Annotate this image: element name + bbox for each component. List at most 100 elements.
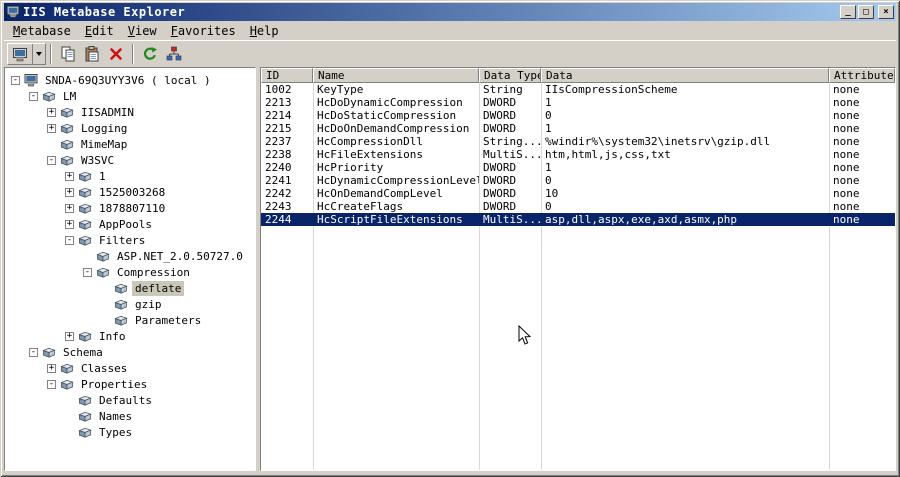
- cell-data: 0: [545, 109, 552, 122]
- tree-item-gzip[interactable]: gzip: [5, 296, 255, 312]
- tree-item-label[interactable]: AppPools: [96, 217, 155, 232]
- expand-minus-icon[interactable]: [29, 347, 38, 357]
- cell-data: %windir%\system32\inetsrv\gzip.dll: [545, 135, 771, 148]
- tree-item-label[interactable]: ASP.NET_2.0.50727.0: [114, 249, 246, 264]
- tree-item-label[interactable]: Properties: [78, 377, 150, 392]
- expand-minus-icon[interactable]: [65, 235, 74, 245]
- table-row-selected[interactable]: 2244 HcScriptFileExtensions MultiS... as…: [261, 213, 895, 226]
- expand-plus-icon[interactable]: [65, 219, 74, 229]
- tree-item-label[interactable]: MimeMap: [78, 137, 130, 152]
- tree-item-label[interactable]: Schema: [60, 345, 106, 360]
- tree-item-label[interactable]: W3SVC: [78, 153, 117, 168]
- tree-item-label[interactable]: Names: [96, 409, 135, 424]
- column-header-name[interactable]: Name: [313, 68, 479, 83]
- expand-plus-icon[interactable]: [47, 363, 56, 373]
- column-header-id[interactable]: ID: [261, 68, 313, 83]
- expand-plus-icon[interactable]: [65, 331, 74, 341]
- menu-edit[interactable]: Edit: [78, 22, 121, 40]
- column-header-data[interactable]: Data: [541, 68, 829, 83]
- tree-item-apppools[interactable]: AppPools: [5, 216, 255, 232]
- tree-item-iisadmin[interactable]: IISADMIN: [5, 104, 255, 120]
- expand-plus-icon[interactable]: [47, 107, 56, 117]
- connect-button[interactable]: [8, 44, 32, 66]
- tree-item-defaults[interactable]: Defaults: [5, 392, 255, 408]
- tree-item-schema[interactable]: Schema: [5, 344, 255, 360]
- copy-button[interactable]: [56, 43, 80, 65]
- menu-help[interactable]: Help: [243, 22, 286, 40]
- tree-item-label[interactable]: Types: [96, 425, 135, 440]
- tree-item-label[interactable]: Info: [96, 329, 129, 344]
- tree-item-label[interactable]: 1878807110: [96, 201, 168, 216]
- tree-item-label[interactable]: Defaults: [96, 393, 155, 408]
- title-bar[interactable]: IIS Metabase Explorer _ □ ×: [4, 3, 896, 21]
- tree-item-label[interactable]: SNDA-69Q3UYY3V6 ( local ): [42, 73, 214, 88]
- tree-item-deflate[interactable]: deflate: [5, 280, 255, 296]
- tree-item-label[interactable]: Classes: [78, 361, 130, 376]
- tree-item-filters[interactable]: Filters: [5, 232, 255, 248]
- expand-minus-icon[interactable]: [29, 91, 38, 101]
- inheritance-button[interactable]: [162, 43, 186, 65]
- expand-minus-icon[interactable]: [11, 75, 20, 85]
- tree-item-lm[interactable]: LM: [5, 88, 255, 104]
- expand-plus-icon[interactable]: [65, 203, 74, 213]
- table-row[interactable]: 2213 HcDoDynamicCompression DWORD 1 none: [261, 96, 895, 109]
- table-row[interactable]: 2237 HcCompressionDll String... %windir%…: [261, 135, 895, 148]
- column-header-attributes[interactable]: Attributes: [829, 68, 895, 83]
- tree-item-label[interactable]: LM: [60, 89, 79, 104]
- table-row[interactable]: 2240 HcPriority DWORD 1 none: [261, 161, 895, 174]
- tree-item-mimemap[interactable]: MimeMap: [5, 136, 255, 152]
- column-header-data-type[interactable]: Data Type: [479, 68, 541, 83]
- table-rows: 1002 KeyType String IIsCompressionScheme…: [261, 83, 895, 226]
- tree-item-compression[interactable]: Compression: [5, 264, 255, 280]
- tree-item-logging[interactable]: Logging: [5, 120, 255, 136]
- menu-view[interactable]: View: [121, 22, 164, 40]
- tree-item-label-selected[interactable]: deflate: [132, 280, 185, 296]
- tree-item-classes[interactable]: Classes: [5, 360, 255, 376]
- menu-favorites[interactable]: Favorites: [164, 22, 243, 40]
- expand-plus-icon[interactable]: [65, 171, 74, 181]
- tree-item-1[interactable]: 1: [5, 168, 255, 184]
- expand-plus-icon[interactable]: [47, 123, 56, 133]
- tree-item-properties[interactable]: Properties: [5, 376, 255, 392]
- maximize-button[interactable]: □: [858, 5, 874, 19]
- tree-item-snda-69q3uyy3v6-local[interactable]: SNDA-69Q3UYY3V6 ( local ): [5, 72, 255, 88]
- expand-minus-icon[interactable]: [47, 379, 56, 389]
- metabase-node-icon: [41, 90, 57, 103]
- paste-button[interactable]: [80, 43, 104, 65]
- tree-item-label[interactable]: 1525003268: [96, 185, 168, 200]
- table-row[interactable]: 2241 HcDynamicCompressionLevel DWORD 0 n…: [261, 174, 895, 187]
- close-button[interactable]: ×: [878, 5, 894, 19]
- tree-item-label[interactable]: Compression: [114, 265, 193, 280]
- tree-item-label[interactable]: 1: [96, 169, 109, 184]
- table-row[interactable]: 2238 HcFileExtensions MultiS... htm,html…: [261, 148, 895, 161]
- tree-item-label[interactable]: IISADMIN: [78, 105, 137, 120]
- tree-item-info[interactable]: Info: [5, 328, 255, 344]
- tree-item-1525003268[interactable]: 1525003268: [5, 184, 255, 200]
- menu-metabase[interactable]: Metabase: [6, 22, 78, 40]
- expand-minus-icon[interactable]: [83, 267, 92, 277]
- tree-item-1878807110[interactable]: 1878807110: [5, 200, 255, 216]
- minimize-button[interactable]: _: [840, 5, 856, 19]
- tree-item-parameters[interactable]: Parameters: [5, 312, 255, 328]
- refresh-icon: [142, 46, 158, 62]
- tree-item-label[interactable]: Logging: [78, 121, 130, 136]
- cell-id: 1002: [265, 83, 292, 96]
- tree-item-label[interactable]: Parameters: [132, 313, 204, 328]
- tree-item-names[interactable]: Names: [5, 408, 255, 424]
- table-row[interactable]: 2243 HcCreateFlags DWORD 0 none: [261, 200, 895, 213]
- tree-item-w3svc[interactable]: W3SVC: [5, 152, 255, 168]
- metabase-node-icon: [59, 106, 75, 119]
- tree-item-asp-net-2-0-50727-0[interactable]: ASP.NET_2.0.50727.0: [5, 248, 255, 264]
- expand-plus-icon[interactable]: [65, 187, 74, 197]
- expand-minus-icon[interactable]: [47, 155, 56, 165]
- tree-item-types[interactable]: Types: [5, 424, 255, 440]
- tree-item-label[interactable]: Filters: [96, 233, 148, 248]
- refresh-button[interactable]: [138, 43, 162, 65]
- table-row[interactable]: 1002 KeyType String IIsCompressionScheme…: [261, 83, 895, 96]
- delete-button[interactable]: [104, 43, 128, 65]
- table-row[interactable]: 2215 HcDoOnDemandCompression DWORD 1 non…: [261, 122, 895, 135]
- tree-item-label[interactable]: gzip: [132, 297, 165, 312]
- table-row[interactable]: 2242 HcOnDemandCompLevel DWORD 10 none: [261, 187, 895, 200]
- table-row[interactable]: 2214 HcDoStaticCompression DWORD 0 none: [261, 109, 895, 122]
- connect-dropdown-button[interactable]: [32, 44, 45, 64]
